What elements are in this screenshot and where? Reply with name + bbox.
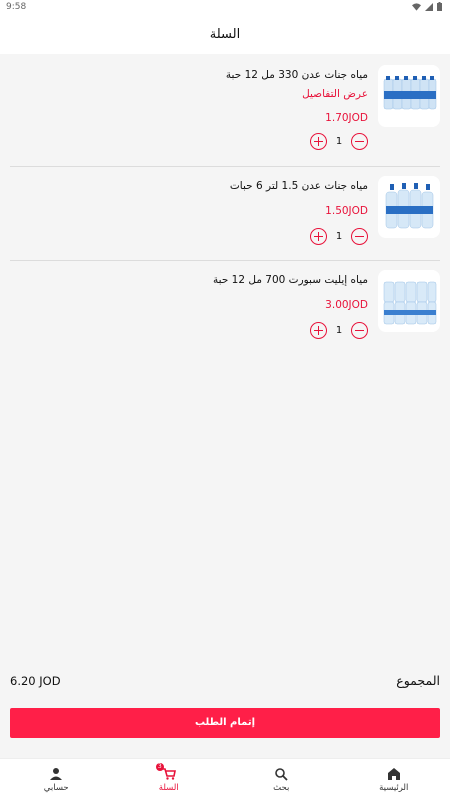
nav-item-cart[interactable]: 3 السلة	[113, 759, 226, 800]
nav-label: السلة	[158, 783, 179, 793]
nav-label: حسابي	[43, 783, 69, 793]
status-bar: 9:58	[0, 0, 450, 16]
item-info: مياه جنات عدن 1.5 لتر 6 حبات 1.50JOD	[10, 179, 368, 218]
nav-item-home[interactable]: الرئيسية	[338, 759, 450, 800]
checkout-button[interactable]: إتمام الطلب	[10, 708, 440, 738]
cart-item: مياه جنات عدن 1.5 لتر 6 حبات 1.50JOD 1	[0, 167, 450, 261]
nav-item-search[interactable]: بحث	[225, 759, 338, 800]
minus-icon[interactable]	[351, 322, 368, 339]
minus-icon[interactable]	[351, 133, 368, 150]
plus-icon[interactable]	[310, 133, 327, 150]
system-icons	[412, 2, 442, 11]
quantity-value: 1	[335, 231, 343, 242]
total-row: 6.20 JOD المجموع	[10, 673, 440, 690]
cart-list: مياه جنات عدن 330 مل 12 حبة عرض التفاصيل…	[0, 56, 450, 355]
item-name: مياه إيليت سبورت 700 مل 12 حبة	[213, 274, 368, 286]
item-price: 1.50JOD	[325, 205, 368, 217]
total-value: 6.20 JOD	[10, 674, 61, 688]
bottom-nav: حسابي 3 السلة بحث الرئيسية	[0, 758, 450, 800]
product-image[interactable]	[378, 176, 440, 238]
home-icon	[387, 768, 400, 780]
item-info: مياه جنات عدن 330 مل 12 حبة عرض التفاصيل…	[10, 68, 368, 125]
item-name: مياه جنات عدن 330 مل 12 حبة	[225, 69, 368, 81]
item-info: مياه إيليت سبورت 700 مل 12 حبة 3.00JOD	[10, 273, 368, 312]
plus-icon[interactable]	[310, 322, 327, 339]
cart-icon	[162, 768, 176, 780]
status-time: 9:58	[6, 2, 27, 12]
battery-icon	[437, 2, 442, 11]
nav-label: الرئيسية	[379, 783, 409, 793]
page-title: السلة	[209, 27, 241, 42]
quantity-stepper: 1	[310, 228, 368, 245]
view-details-link[interactable]: عرض التفاصيل	[10, 87, 368, 101]
nav-label: بحث	[273, 783, 290, 793]
total-label: المجموع	[396, 673, 440, 688]
quantity-stepper: 1	[310, 133, 368, 150]
plus-icon[interactable]	[310, 228, 327, 245]
wifi-icon	[412, 2, 421, 11]
item-price: 3.00JOD	[325, 299, 368, 311]
quantity-value: 1	[335, 136, 343, 147]
search-icon	[275, 768, 288, 781]
person-icon	[50, 768, 63, 780]
app-header: السلة	[0, 16, 450, 54]
product-image[interactable]	[378, 270, 440, 332]
cart-count-badge: 3	[155, 763, 164, 771]
cart-item: مياه جنات عدن 330 مل 12 حبة عرض التفاصيل…	[0, 56, 450, 167]
quantity-value: 1	[335, 325, 343, 336]
nav-item-account[interactable]: حسابي	[0, 759, 113, 800]
minus-icon[interactable]	[351, 228, 368, 245]
item-price: 1.70JOD	[325, 112, 368, 124]
signal-icon	[425, 2, 433, 11]
quantity-stepper: 1	[310, 322, 368, 339]
cart-item: مياه إيليت سبورت 700 مل 12 حبة 3.00JOD 1	[0, 261, 450, 355]
item-name: مياه جنات عدن 1.5 لتر 6 حبات	[229, 180, 368, 192]
product-image[interactable]	[378, 65, 440, 127]
